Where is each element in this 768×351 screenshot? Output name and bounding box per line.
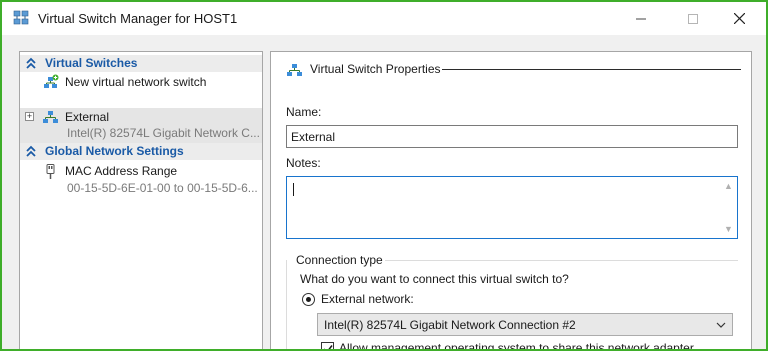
virtual-switch-manager-window: Virtual Switch Manager for HOST1 Virtual… [0,0,768,351]
dropdown-selected-value: Intel(R) 82574L Gigabit Network Connecti… [324,318,576,332]
section-header-label: Global Network Settings [45,144,184,158]
group-border-left [286,260,287,349]
share-adapter-label[interactable]: Allow management operating system to sha… [339,341,694,349]
network-switch-icon [287,64,302,76]
maximize-icon [688,13,698,24]
checkmark-icon [324,345,333,349]
chevron-double-up-icon [26,145,36,157]
notes-label: Notes: [286,156,321,170]
tree-item-label: New virtual network switch [65,75,207,89]
notes-field[interactable]: ▲ ▼ [286,176,738,239]
network-adapter-dropdown[interactable]: Intel(R) 82574L Gigabit Network Connecti… [317,313,733,336]
header-divider [442,69,741,70]
name-field[interactable] [286,125,738,148]
navigation-pane: Virtual Switches New virtual network swi… [19,51,263,349]
scroll-down-arrow-icon[interactable]: ▼ [724,224,733,234]
group-border-top [380,260,738,261]
tree-item-external[interactable]: + External Intel(R) 82574L Gigabit Netwo… [20,108,262,143]
close-button[interactable] [716,2,762,35]
tree-item-new-virtual-network-switch[interactable]: New virtual network switch [20,73,262,92]
scroll-up-arrow-icon[interactable]: ▲ [724,181,733,191]
section-header-global-network-settings[interactable]: Global Network Settings [20,143,262,160]
minimize-button[interactable] [618,2,664,35]
connection-type-legend: Connection type [294,253,385,267]
tree-item-sublabel: Intel(R) 82574L Gigabit Network C... [67,126,260,140]
dialog-body: Virtual Switches New virtual network swi… [2,35,766,349]
external-network-label[interactable]: External network: [321,292,414,306]
properties-pane: Virtual Switch Properties Name: Notes: ▲… [270,51,752,349]
tree-item-label: External [65,110,110,124]
section-header-label: Virtual Switches [45,56,138,70]
chevron-down-icon [716,322,726,328]
mac-address-icon [46,164,55,179]
notes-scrollbar[interactable]: ▲ ▼ [721,178,736,237]
radio-selected-dot [306,297,311,302]
window-title: Virtual Switch Manager for HOST1 [38,11,238,26]
tree-item-label: MAC Address Range [65,164,178,178]
virtual-switch-manager-icon [13,10,29,25]
chevron-double-up-icon [26,57,36,69]
external-network-radio[interactable] [302,293,315,306]
maximize-button[interactable] [670,2,716,35]
network-switch-icon [43,111,58,123]
properties-title: Virtual Switch Properties [310,62,441,76]
section-header-virtual-switches[interactable]: Virtual Switches [20,55,262,72]
title-bar: Virtual Switch Manager for HOST1 [2,2,766,35]
connection-question: What do you want to connect this virtual… [300,272,569,286]
expand-toggle[interactable]: + [25,112,34,121]
minimize-icon [636,18,646,19]
new-switch-icon [44,74,59,88]
properties-header: Virtual Switch Properties [286,61,741,79]
tree-item-sublabel: 00-15-5D-6E-01-00 to 00-15-5D-6... [67,181,258,195]
text-caret [293,183,294,196]
name-label: Name: [286,105,322,119]
connection-type-group: Connection type What do you want to conn… [286,253,738,349]
share-adapter-checkbox[interactable] [321,342,334,349]
close-icon [733,13,745,24]
tree-item-mac-address-range[interactable]: MAC Address Range 00-15-5D-6E-01-00 to 0… [20,162,262,198]
